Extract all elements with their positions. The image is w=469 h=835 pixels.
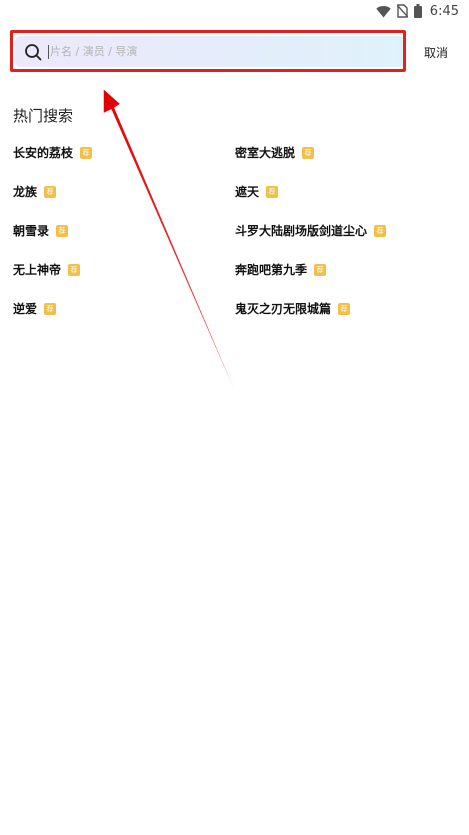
hot-item-label: 无上神帝 [13,263,62,277]
hot-item-label: 逆爱 [13,302,38,316]
recommend-badge: 荐 [338,302,351,315]
recommend-badge: 荐 [302,146,315,159]
search-highlight-box [10,30,406,72]
hot-item-left-3[interactable]: 朝雪录 荐 [13,222,69,239]
recommend-badge: 荐 [44,185,57,198]
hot-item-label: 遮天 [235,185,260,199]
status-bar: 6:45 [0,0,469,22]
hot-item-right-5[interactable]: 鬼灭之刃无限城篇 荐 [235,300,351,317]
recommend-badge: 荐 [374,224,387,237]
hot-item-left-1[interactable]: 长安的荔枝 荐 [13,144,93,161]
hot-item-right-3[interactable]: 斗罗大陆剧场版剑道尘心 荐 [235,222,387,239]
hot-item-label: 鬼灭之刃无限城篇 [235,302,332,316]
hot-item-left-4[interactable]: 无上神帝 荐 [13,261,81,278]
hot-item-label: 长安的荔枝 [13,146,74,160]
status-time: 6:45 [429,3,459,19]
recommend-badge: 荐 [56,224,69,237]
no-sim-icon [396,4,408,18]
hot-item-right-4[interactable]: 奔跑吧第九季 荐 [235,261,327,278]
status-icons: 6:45 [376,3,459,19]
hot-item-label: 密室大逃脱 [235,146,296,160]
wifi-icon [376,5,391,17]
recommend-badge: 荐 [266,185,279,198]
hot-search-title: 热门搜索 [13,107,74,125]
hot-item-label: 奔跑吧第九季 [235,263,308,277]
recommend-badge: 荐 [68,263,81,276]
hot-item-left-2[interactable]: 龙族 荐 [13,183,57,200]
recommend-badge: 荐 [314,263,327,276]
recommend-badge: 荐 [44,302,57,315]
recommend-badge: 荐 [80,146,93,159]
hot-item-label: 龙族 [13,185,38,199]
hot-item-right-2[interactable]: 遮天 荐 [235,183,279,200]
hot-item-label: 朝雪录 [13,224,50,238]
hot-item-right-1[interactable]: 密室大逃脱 荐 [235,144,315,161]
hot-item-label: 斗罗大陆剧场版剑道尘心 [235,224,368,238]
cancel-button[interactable]: 取消 [424,44,448,61]
hot-item-left-5[interactable]: 逆爱 荐 [13,300,57,317]
battery-icon [413,4,422,18]
